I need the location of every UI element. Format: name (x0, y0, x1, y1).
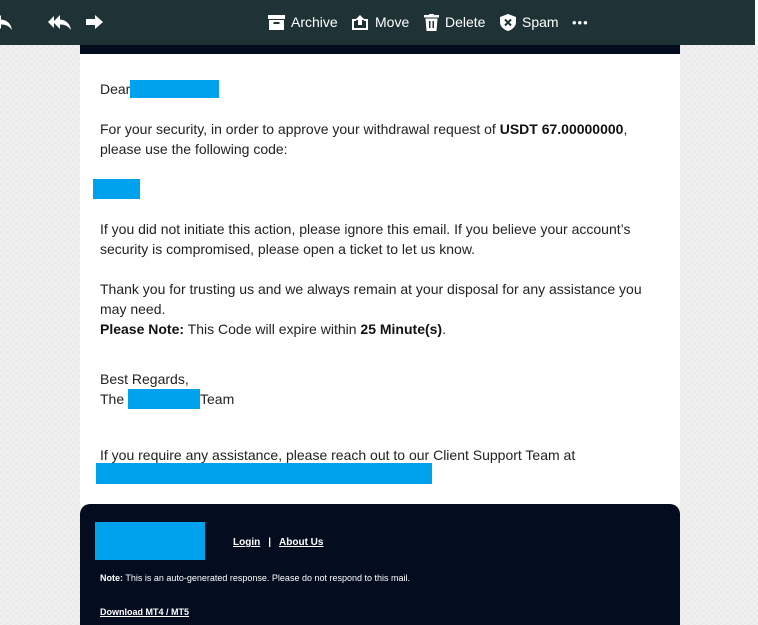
withdrawal-amount: USDT 67.00000000 (499, 121, 624, 137)
redacted-code (93, 179, 140, 199)
security-line-1: For your security, in order to approve y… (100, 121, 628, 137)
archive-label: Archive (291, 14, 338, 30)
link-separator: | (268, 537, 272, 548)
reply-all-icon[interactable] (47, 12, 73, 32)
more-icon[interactable]: ••• (572, 11, 589, 33)
delete-button[interactable]: Delete (424, 11, 485, 33)
move-label: Move (375, 14, 410, 30)
security-line-2: please use the following code: (100, 141, 288, 157)
greeting-text: Dear (100, 81, 131, 97)
move-icon (352, 15, 368, 30)
team-line: The Team (100, 389, 235, 409)
spam-icon (500, 13, 516, 31)
thanks-line-2: may need. (100, 301, 166, 317)
support-line: If you require any assistance, please re… (100, 447, 576, 463)
delete-icon (424, 13, 439, 31)
spam-button[interactable]: Spam (500, 11, 559, 33)
reply-icon[interactable] (0, 12, 14, 32)
regards-line: Best Regards, (100, 371, 189, 387)
email-body: Dear For your security, in order to appr… (80, 45, 680, 625)
message-toolbar: Archive Move Delete Spam ••• (0, 0, 755, 45)
download-link-row: Download MT4 / MT5 (100, 607, 189, 617)
expiry-time: 25 Minute(s) (360, 321, 443, 337)
delete-label: Delete (445, 14, 486, 30)
ignore-line-2: security is compromised, please open a t… (100, 241, 476, 257)
redacted-name (130, 80, 220, 98)
move-button[interactable]: Move (351, 11, 409, 33)
about-us-link[interactable]: About Us (279, 537, 323, 548)
email-footer: Login | About Us Note: This is an auto-g… (80, 504, 680, 625)
login-link[interactable]: Login (233, 537, 260, 548)
forward-icon[interactable] (83, 12, 105, 32)
download-mt-link[interactable]: Download MT4 / MT5 (100, 607, 189, 617)
archive-icon (268, 14, 285, 30)
greeting-line: Dear (100, 79, 220, 99)
ignore-line-1: If you did not initiate this action, ple… (100, 221, 631, 237)
expiry-note: Please Note: This Code will expire withi… (100, 321, 446, 337)
archive-button[interactable]: Archive (268, 11, 338, 33)
redacted-support-email[interactable] (96, 463, 432, 484)
redacted-logo (95, 522, 205, 560)
spam-label: Spam (522, 14, 559, 30)
auto-response-note: Note: This is an auto-generated response… (100, 573, 411, 583)
email-header-bar (80, 45, 680, 54)
footer-links: Login | About Us (233, 537, 323, 548)
redacted-company (128, 389, 201, 409)
thanks-line-1: Thank you for trusting us and we always … (100, 281, 642, 297)
